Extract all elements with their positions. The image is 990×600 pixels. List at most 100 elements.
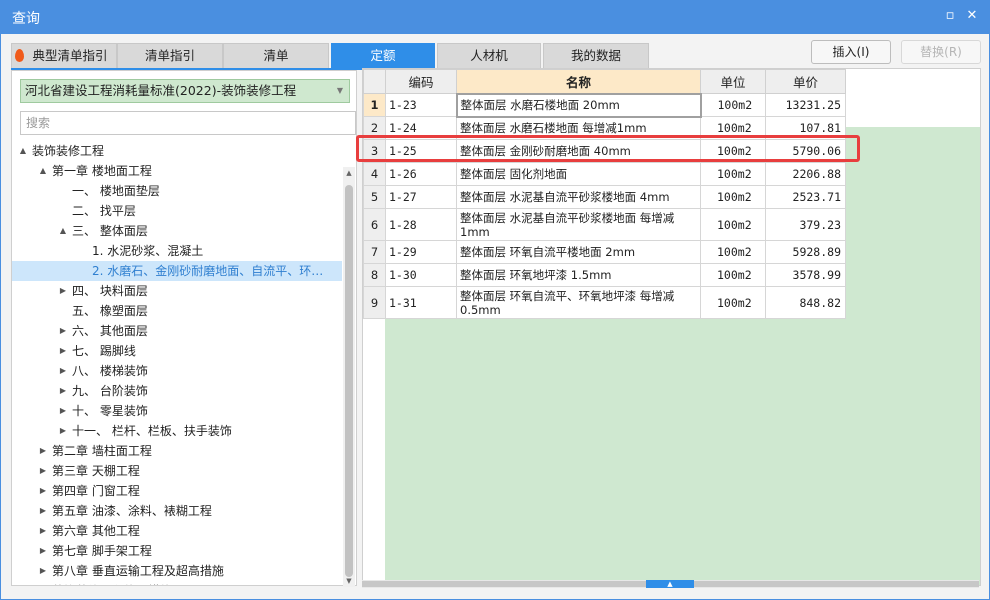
table-row[interactable]: 9 1-31 整体面层 环氧自流平、环氧地坪漆 每增减0.5mm 100m2 848.8… (363, 286, 846, 319)
collapsed-arrow-icon[interactable]: ▶ (38, 561, 48, 581)
tree-item[interactable]: ▶ 九、 台阶装饰 (12, 381, 342, 401)
tree-item[interactable]: 二、 找平层 (12, 201, 342, 221)
price-cell[interactable]: 3578.99 (765, 263, 846, 287)
tree-item[interactable]: ▶ 七、 踢脚线 (12, 341, 342, 361)
tree-item[interactable]: 一、 楼地面垫层 (12, 181, 342, 201)
row-number-cell[interactable]: 8 (363, 263, 386, 287)
price-cell[interactable]: 379.23 (765, 208, 846, 241)
restore-icon[interactable]: ▫ (940, 6, 960, 26)
collapsed-arrow-icon[interactable]: ▶ (38, 521, 48, 541)
table-row[interactable]: 6 1-28 整体面层 水泥基自流平砂浆楼地面 每增减1mm 100m2 379.23 (363, 208, 846, 241)
name-cell[interactable]: 整体面层 环氧自流平、环氧地坪漆 每增减0.5mm (456, 286, 701, 319)
collapsed-arrow-icon[interactable]: ▶ (38, 581, 48, 585)
name-cell[interactable]: 整体面层 水泥基自流平砂浆楼地面 每增减1mm (456, 208, 701, 241)
tab-typical-list-guide[interactable]: 典型清单指引 (11, 43, 117, 69)
tree-item[interactable]: ▶ 十一、 栏杆、栏板、扶手装饰 (12, 421, 342, 441)
code-cell[interactable]: 1-29 (385, 240, 457, 264)
library-select[interactable]: 河北省建设工程消耗量标准(2022)-装饰装修工程 ▼ (20, 79, 350, 103)
tree-item[interactable]: ▶ 第五章 油漆、涂料、裱糊工程 (12, 501, 342, 521)
unit-cell[interactable]: 100m2 (700, 240, 766, 264)
column-header-code[interactable]: 编码 (385, 69, 457, 94)
table-row[interactable]: 1 1-23 整体面层 水磨石楼地面 20mm 100m2 13231.25 (363, 92, 846, 118)
unit-cell[interactable]: 100m2 (700, 263, 766, 287)
price-cell[interactable]: 2206.88 (765, 162, 846, 186)
tree-item[interactable]: 五、 橡塑面层 (12, 301, 342, 321)
close-icon[interactable]: ✕ (962, 6, 982, 26)
tree-item[interactable]: ▶ 装饰装修工程施工措施项目 (12, 581, 342, 585)
tree-item[interactable]: ▶ 十、 零星装饰 (12, 401, 342, 421)
row-number-cell[interactable]: 9 (363, 286, 386, 319)
tab-my-data[interactable]: 我的数据 (543, 43, 649, 69)
code-cell[interactable]: 1-23 (385, 93, 457, 117)
tree-item[interactable]: ▶ 六、 其他面层 (12, 321, 342, 341)
tree-item[interactable]: ▶ 第三章 天棚工程 (12, 461, 342, 481)
collapsed-arrow-icon[interactable]: ▶ (58, 341, 68, 361)
row-number-cell[interactable]: 6 (363, 208, 386, 241)
tree-item[interactable]: ▶ 八、 楼梯装饰 (12, 361, 342, 381)
tree-item[interactable]: 1. 水泥砂浆、混凝土 (12, 241, 342, 261)
unit-cell[interactable]: 100m2 (700, 162, 766, 186)
tree-item[interactable]: ▶ 第六章 其他工程 (12, 521, 342, 541)
price-cell[interactable]: 13231.25 (765, 93, 846, 117)
table-row[interactable]: 7 1-29 整体面层 环氧自流平楼地面 2mm 100m2 5928.89 (363, 240, 846, 264)
scroll-down-icon[interactable]: ▼ (343, 575, 355, 587)
tree-item[interactable]: ▶ 第二章 墙柱面工程 (12, 441, 342, 461)
row-number-cell[interactable]: 7 (363, 240, 386, 264)
name-cell[interactable]: 整体面层 环氧地坪漆 1.5mm (456, 263, 701, 287)
unit-cell[interactable]: 100m2 (700, 208, 766, 241)
scroll-up-icon[interactable]: ▲ (343, 167, 355, 179)
table-row[interactable]: 5 1-27 整体面层 水泥基自流平砂浆楼地面 4mm 100m2 2523.71 (363, 185, 846, 209)
collapsed-arrow-icon[interactable]: ▶ (38, 541, 48, 561)
name-cell[interactable]: 整体面层 水磨石楼地面 20mm (455, 92, 702, 118)
tree-item[interactable]: ▶ 第八章 垂直运输工程及超高措施 (12, 561, 342, 581)
code-cell[interactable]: 1-30 (385, 263, 457, 287)
expanded-arrow-icon[interactable]: ▲ (58, 221, 68, 241)
code-cell[interactable]: 1-26 (385, 162, 457, 186)
code-cell[interactable]: 1-28 (385, 208, 457, 241)
unit-cell[interactable]: 100m2 (700, 185, 766, 209)
collapsed-arrow-icon[interactable]: ▶ (38, 501, 48, 521)
price-cell[interactable]: 5928.89 (765, 240, 846, 264)
expanded-arrow-icon[interactable]: ▲ (38, 161, 48, 181)
collapsed-arrow-icon[interactable]: ▶ (58, 421, 68, 441)
tab-list-guide[interactable]: 清单指引 (117, 43, 223, 69)
replace-button[interactable]: 替换(R) (901, 40, 981, 64)
unit-cell[interactable]: 100m2 (700, 286, 766, 319)
column-header-price[interactable]: 单价 (765, 69, 846, 94)
tab-quota[interactable]: 定额 (331, 43, 435, 69)
tree-item[interactable]: ▲ 装饰装修工程 (12, 141, 342, 161)
tab-labor-material-machine[interactable]: 人材机 (437, 43, 541, 69)
price-cell[interactable]: 848.82 (765, 286, 846, 319)
tree-item[interactable]: ▶ 第七章 脚手架工程 (12, 541, 342, 561)
tree-item[interactable]: ▶ 四、 块料面层 (12, 281, 342, 301)
collapsed-arrow-icon[interactable]: ▶ (38, 441, 48, 461)
tree-item[interactable]: ▲ 第一章 楼地面工程 (12, 161, 342, 181)
collapsed-arrow-icon[interactable]: ▶ (58, 321, 68, 341)
tree-item[interactable]: ▶ 第四章 门窗工程 (12, 481, 342, 501)
name-cell[interactable]: 整体面层 固化剂地面 (456, 162, 701, 186)
tab-list[interactable]: 清单 (223, 43, 329, 69)
column-header-unit[interactable]: 单位 (700, 69, 766, 94)
insert-button[interactable]: 插入(I) (811, 40, 891, 64)
collapsed-arrow-icon[interactable]: ▶ (38, 461, 48, 481)
collapsed-arrow-icon[interactable]: ▶ (58, 281, 68, 301)
table-row[interactable]: 4 1-26 整体面层 固化剂地面 100m2 2206.88 (363, 162, 846, 186)
collapse-panel-icon[interactable]: ▲ (646, 580, 694, 588)
name-cell[interactable]: 整体面层 环氧自流平楼地面 2mm (456, 240, 701, 264)
tree-item[interactable]: ▲ 三、 整体面层 (12, 221, 342, 241)
scrollbar-thumb[interactable] (345, 185, 353, 577)
collapsed-arrow-icon[interactable]: ▶ (58, 361, 68, 381)
collapsed-arrow-icon[interactable]: ▶ (38, 481, 48, 501)
code-cell[interactable]: 1-27 (385, 185, 457, 209)
name-cell[interactable]: 整体面层 水泥基自流平砂浆楼地面 4mm (456, 185, 701, 209)
row-number-cell[interactable]: 4 (363, 162, 386, 186)
expanded-arrow-icon[interactable]: ▲ (18, 141, 28, 161)
column-header-name[interactable]: 名称 (456, 69, 701, 94)
code-cell[interactable]: 1-31 (385, 286, 457, 319)
collapsed-arrow-icon[interactable]: ▶ (58, 401, 68, 421)
search-input[interactable] (20, 111, 356, 135)
table-row[interactable]: 8 1-30 整体面层 环氧地坪漆 1.5mm 100m2 3578.99 (363, 263, 846, 287)
collapsed-arrow-icon[interactable]: ▶ (58, 381, 68, 401)
tree-scrollbar[interactable]: ▲ ▼ (343, 167, 355, 587)
unit-cell[interactable]: 100m2 (700, 93, 766, 117)
